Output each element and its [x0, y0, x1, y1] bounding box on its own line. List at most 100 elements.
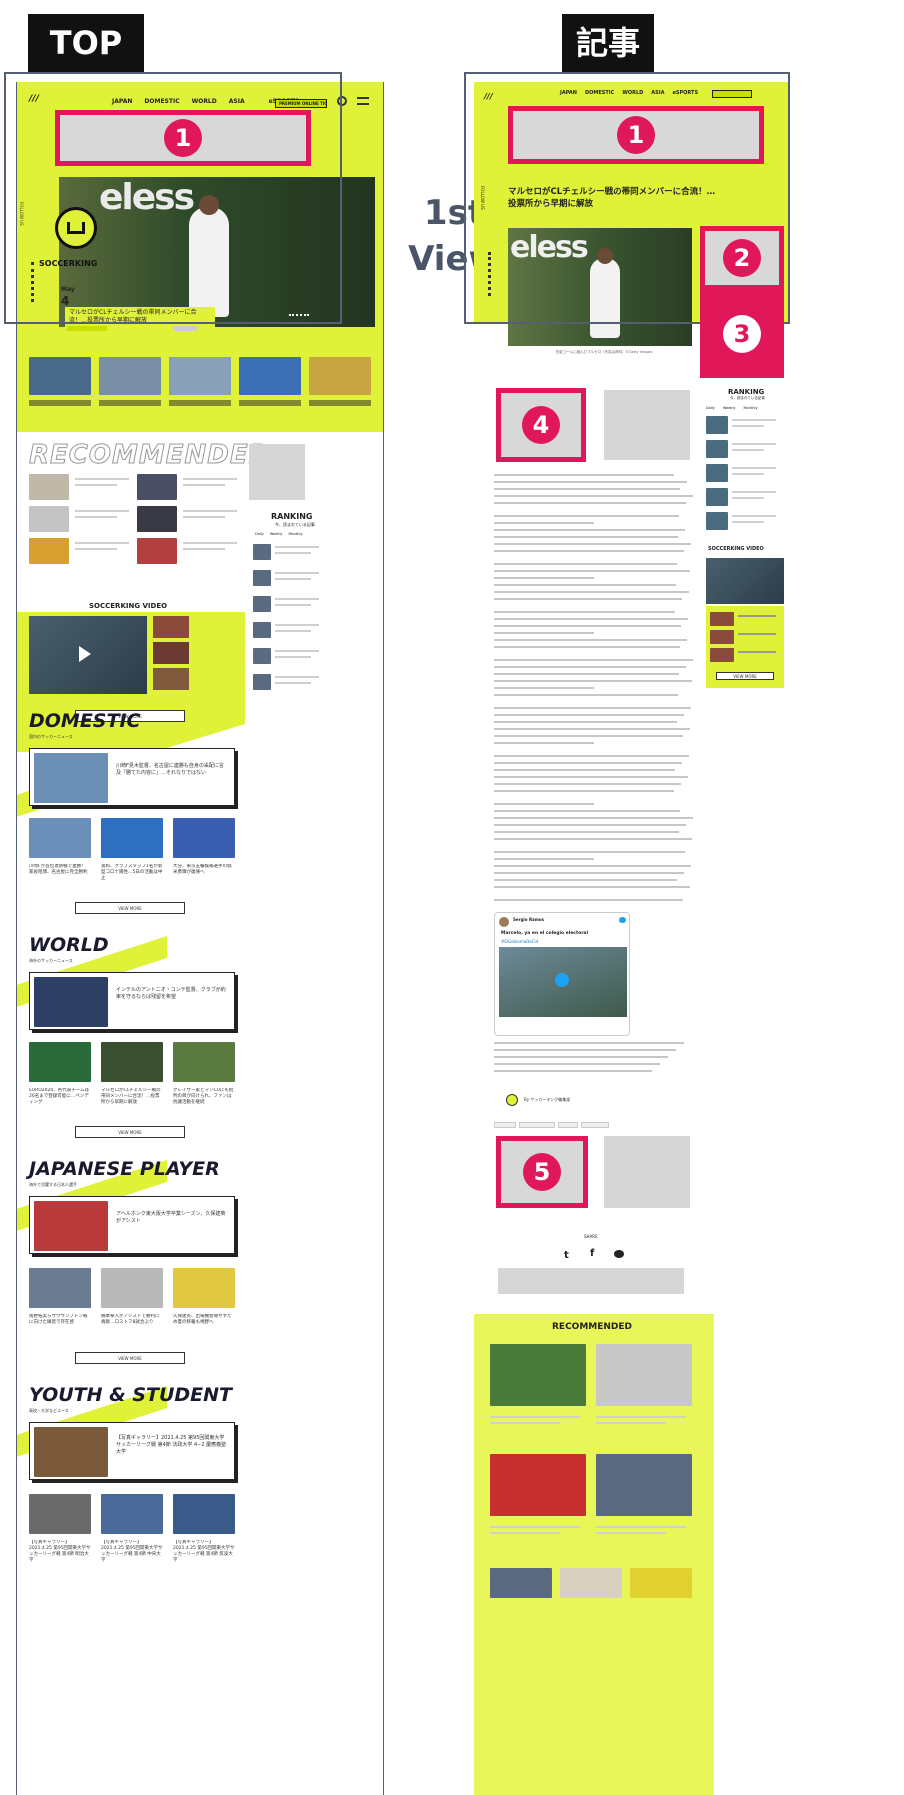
article-recommended-thumb[interactable] — [596, 1344, 692, 1406]
video-thumb-2[interactable] — [153, 642, 189, 664]
sidebar-video-thumb[interactable] — [710, 630, 734, 644]
youth-feature-card[interactable]: 【写真ギャラリー】2021.4.25 第95回関東大学サッカーリーグ戦 第4節 … — [29, 1422, 235, 1480]
recommended-text-line — [183, 478, 237, 480]
ad-square-top[interactable] — [249, 444, 305, 500]
pickup-thumb[interactable] — [29, 357, 91, 395]
article-body-line — [494, 762, 682, 764]
tab-monthly[interactable]: Monthly — [289, 532, 303, 537]
ranking-thumb[interactable] — [253, 596, 271, 612]
japanese-feature-card[interactable]: アヘルホンク東大阪大学卒業シーズン、久保建英がアシスト — [29, 1196, 235, 1254]
pickup-thumb[interactable] — [99, 357, 161, 395]
recommended-text-line — [183, 542, 237, 544]
sidebar-video-text — [738, 615, 776, 617]
sidebar-ranking-thumb[interactable] — [706, 512, 728, 530]
recommended-thumb[interactable] — [137, 506, 177, 532]
sidebar-view-more[interactable]: VIEW MORE — [716, 672, 774, 680]
sidebar-video-text — [738, 633, 776, 635]
ad-rect-2[interactable] — [604, 390, 690, 460]
world-thumb[interactable] — [173, 1042, 235, 1082]
article-body-line — [494, 838, 692, 840]
twitter-share-icon[interactable]: t — [564, 1250, 569, 1261]
domestic-thumb[interactable] — [173, 818, 235, 858]
article-recommended-thumb[interactable] — [596, 1454, 692, 1516]
sidebar-ranking-thumb[interactable] — [706, 488, 728, 506]
ranking-text-line — [275, 546, 319, 548]
article-body-line — [494, 817, 693, 819]
world-thumb[interactable] — [29, 1042, 91, 1082]
ranking-thumb[interactable] — [253, 674, 271, 690]
domestic-thumb[interactable] — [101, 818, 163, 858]
menu-icon[interactable] — [357, 97, 369, 105]
sidebar-video-main[interactable] — [706, 558, 784, 604]
sidebar-ranking-text — [732, 473, 764, 475]
marker-2: 2 — [700, 226, 784, 290]
japanese-thumb[interactable] — [29, 1268, 91, 1308]
world-feature-card[interactable]: インテルのアントニオ・コンテ監督、クラブが約束を守るならば残留を希望 — [29, 972, 235, 1030]
world-text: グレイザー家とマンCUにも批判の目が向けられ、ファンは抗議活動を継続 — [173, 1088, 234, 1105]
domestic-feature-card[interactable]: 川崎F見木監督、名古屋に連勝も自身の采配に言及「勝てた内容に」…それなりではない — [29, 748, 235, 806]
tweet-embed[interactable]: Sergio Ramos Marcelo, ya en el colegio e… — [494, 912, 630, 1036]
japanese-view-more[interactable]: VIEW MORE — [75, 1352, 185, 1364]
article-recommended-thumb[interactable] — [490, 1568, 552, 1598]
article-recommended-text — [596, 1526, 686, 1528]
recommended-thumb[interactable] — [29, 538, 69, 564]
pickup-thumb[interactable] — [169, 357, 231, 395]
ranking-thumb[interactable] — [253, 648, 271, 664]
youth-thumb[interactable] — [173, 1494, 235, 1534]
ranking-text-line — [275, 656, 311, 658]
article-recommended-thumb[interactable] — [490, 1454, 586, 1516]
ranking-sub: 今、読まれている記事 — [275, 522, 315, 527]
sidebar-ranking-thumb[interactable] — [706, 440, 728, 458]
recommended-thumb[interactable] — [137, 538, 177, 564]
video-main[interactable] — [29, 616, 147, 694]
recommended-text-line — [75, 548, 117, 550]
japanese-thumb[interactable] — [173, 1268, 235, 1308]
article-body-line — [494, 810, 680, 812]
domestic-view-more[interactable]: VIEW MORE — [75, 902, 185, 914]
sidebar-video-title: SOCCERKING VIDEO — [708, 546, 764, 552]
sidebar-ranking-thumb[interactable] — [706, 464, 728, 482]
sidebar-tab-weekly[interactable]: Weekly — [723, 406, 736, 410]
facebook-share-icon[interactable]: f — [590, 1248, 594, 1259]
tab-daily[interactable]: Daily — [255, 532, 264, 537]
banner-ad[interactable] — [498, 1268, 684, 1294]
sidebar-video-text — [738, 651, 776, 653]
article-recommended-text — [490, 1416, 580, 1418]
article-recommended-thumb[interactable] — [490, 1344, 586, 1406]
line-share-icon[interactable] — [614, 1250, 624, 1258]
article-body-line — [494, 611, 675, 613]
world-view-more[interactable]: VIEW MORE — [75, 1126, 185, 1138]
recommended-thumb[interactable] — [29, 506, 69, 532]
article-recommended-thumb[interactable] — [560, 1568, 622, 1598]
author-byline: By サッカーキング編集部 — [524, 1097, 571, 1102]
sidebar-ranking-thumb[interactable] — [706, 416, 728, 434]
sidebar-tab-daily[interactable]: Daily — [706, 406, 715, 410]
youth-thumb[interactable] — [101, 1494, 163, 1534]
recommended-thumb[interactable] — [137, 474, 177, 500]
recommended-thumb[interactable] — [29, 474, 69, 500]
video-thumb-3[interactable] — [153, 668, 189, 690]
youth-thumb[interactable] — [29, 1494, 91, 1534]
article-body-line — [494, 735, 683, 737]
tab-weekly[interactable]: Weekly — [270, 532, 283, 537]
video-title: SOCCERKING VIDEO — [89, 602, 168, 610]
sidebar-video-thumb[interactable] — [710, 612, 734, 626]
sidebar-video-thumb[interactable] — [710, 648, 734, 662]
article-body-line — [494, 632, 594, 634]
article-body-line — [494, 625, 681, 627]
video-thumb-1[interactable] — [153, 616, 189, 638]
article-body-line — [494, 515, 679, 517]
article-body-line — [494, 728, 690, 730]
domestic-thumb[interactable] — [29, 818, 91, 858]
ranking-thumb[interactable] — [253, 570, 271, 586]
ranking-thumb[interactable] — [253, 622, 271, 638]
ranking-thumb[interactable] — [253, 544, 271, 560]
japanese-thumb[interactable] — [101, 1268, 163, 1308]
world-thumb[interactable] — [101, 1042, 163, 1082]
article-recommended-thumb[interactable] — [630, 1568, 692, 1598]
article-label: 記事 — [562, 14, 654, 72]
ad-rect-5b[interactable] — [604, 1136, 690, 1208]
pickup-thumb[interactable] — [309, 357, 371, 395]
pickup-thumb[interactable] — [239, 357, 301, 395]
sidebar-tab-monthly[interactable]: Monthly — [744, 406, 758, 410]
